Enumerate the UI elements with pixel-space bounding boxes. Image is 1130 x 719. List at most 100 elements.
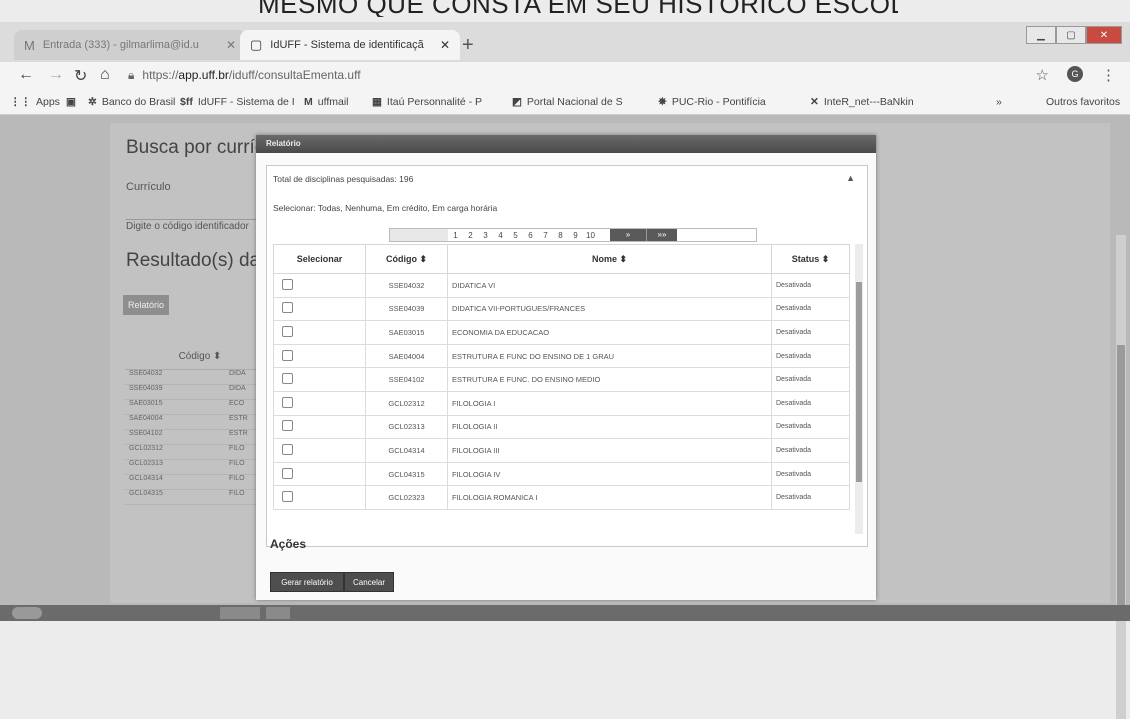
menu-icon[interactable]: ⋮ bbox=[1101, 66, 1116, 84]
photo-caption: MESMO QUE CONSTA EM SEU HISTÓRICO ESCOLA… bbox=[258, 0, 898, 17]
maximize-button[interactable]: ▢ bbox=[1056, 26, 1086, 44]
bookmark-iduff[interactable]: $ff IdUFF - Sistema de I bbox=[180, 96, 295, 108]
select-links[interactable]: Selecionar: Todas, Nenhuma, Em crédito, … bbox=[273, 203, 497, 213]
page-scrollbar[interactable] bbox=[1116, 235, 1126, 719]
column-header-code[interactable]: Código ⬍ bbox=[365, 244, 448, 274]
row-checkbox[interactable] bbox=[282, 420, 293, 432]
back-icon[interactable]: ← bbox=[18, 66, 34, 84]
bookmark-outros-favoritos[interactable]: Outros favoritos bbox=[1046, 96, 1120, 108]
bookmark-banco-do-brasil[interactable]: ✲ Banco do Brasil bbox=[88, 96, 175, 108]
pagination: 1 2 3 4 5 6 7 8 9 10 » »» bbox=[389, 228, 757, 242]
pagination-first[interactable] bbox=[390, 229, 448, 241]
next-page-button[interactable]: » bbox=[610, 229, 646, 241]
reload-icon[interactable]: ↻ bbox=[74, 66, 87, 86]
mail-icon: M bbox=[304, 96, 313, 108]
actions-heading: Ações bbox=[270, 537, 307, 551]
start-button[interactable] bbox=[12, 607, 42, 619]
page-9[interactable]: 9 bbox=[568, 231, 583, 240]
row-status: Desativada bbox=[771, 461, 850, 487]
row-code: SSE04032 bbox=[365, 273, 448, 298]
bookmark-internet-banking[interactable]: ✕ InteR_net---BaNkin bbox=[810, 96, 914, 108]
home-icon[interactable]: ⌂ bbox=[100, 66, 110, 84]
bookmarks-overflow-chevron[interactable]: » bbox=[996, 96, 1002, 108]
address-bar-row: ← → ↻ ⌂ 🔒︎ https://app.uff.br/iduff/consu… bbox=[0, 62, 1130, 90]
star-icon[interactable]: ☆ bbox=[1036, 66, 1049, 84]
row-code: SAE04004 bbox=[365, 343, 448, 369]
page-3[interactable]: 3 bbox=[478, 231, 493, 240]
minimize-button[interactable]: ▁ bbox=[1026, 26, 1056, 44]
os-taskbar bbox=[0, 605, 1130, 621]
bookmark-portal-nacional[interactable]: ◩ Portal Nacional de S bbox=[512, 96, 623, 108]
bookmark-label: Apps bbox=[36, 96, 60, 108]
bookmarks-bar: ⋮⋮ Apps ▣ ✲ Banco do Brasil $ff IdUFF - Sis… bbox=[0, 90, 1130, 115]
bookmark-label: PUC-Rio - Pontifícia bbox=[671, 96, 766, 108]
collapse-icon[interactable]: ▲ bbox=[846, 173, 855, 183]
tab-gmail[interactable]: M Entrada (333) - gilmarlima@id.u ✕ bbox=[14, 30, 246, 60]
portal-icon: ◩ bbox=[512, 96, 522, 108]
window-controls: ▁ ▢ ✕ bbox=[1026, 26, 1122, 44]
table-scrollbar[interactable] bbox=[855, 244, 863, 534]
page-icon: ▢ bbox=[250, 37, 263, 52]
row-checkbox[interactable] bbox=[282, 325, 293, 337]
table-row: SSE04032 DIDA bbox=[125, 370, 275, 385]
disciplinas-panel: Total de disciplinas pesquisadas: 196 ▲ … bbox=[266, 165, 868, 547]
table-row: GCL04315 FILO bbox=[125, 490, 275, 505]
column-header-status[interactable]: Status ⬍ bbox=[771, 244, 850, 274]
page-1[interactable]: 1 bbox=[448, 231, 463, 240]
generate-report-button[interactable]: Gerar relatório bbox=[270, 572, 344, 592]
page-7[interactable]: 7 bbox=[538, 231, 553, 240]
taskbar-item[interactable] bbox=[220, 607, 260, 619]
row-checkbox[interactable] bbox=[282, 491, 293, 503]
table-row: SAE03015 ECONOMIA DA EDUCACAO Desativada bbox=[273, 320, 850, 345]
avatar[interactable]: G bbox=[1067, 66, 1083, 82]
cancel-button[interactable]: Cancelar bbox=[344, 572, 394, 592]
row-checkbox[interactable] bbox=[282, 373, 293, 385]
page-4[interactable]: 4 bbox=[493, 231, 508, 240]
bank-icon: ✲ bbox=[88, 96, 97, 108]
curriculo-input[interactable] bbox=[126, 201, 276, 220]
url-field[interactable]: 🔒︎ https://app.uff.br/iduff/consultaEment… bbox=[128, 68, 361, 83]
row-checkbox[interactable] bbox=[282, 349, 293, 361]
table-row: SAE04004 ESTR bbox=[125, 415, 275, 430]
scrollbar-thumb[interactable] bbox=[856, 282, 862, 482]
url-path: /iduff/consultaEmenta.uff bbox=[228, 68, 361, 82]
table-row: GCL04315 FILOLOGIA IV Desativada bbox=[273, 461, 850, 487]
bookmark-label: Portal Nacional de S bbox=[526, 96, 623, 108]
new-tab-button[interactable]: + bbox=[462, 34, 474, 57]
close-icon[interactable]: ✕ bbox=[440, 38, 450, 52]
row-checkbox[interactable] bbox=[282, 302, 293, 314]
last-page-button[interactable]: »» bbox=[646, 229, 677, 241]
row-checkbox[interactable] bbox=[282, 443, 293, 455]
dialog-title: Relatório bbox=[256, 135, 876, 153]
page-2[interactable]: 2 bbox=[463, 231, 478, 240]
bookmark-apps[interactable]: ⋮⋮ Apps bbox=[10, 96, 60, 108]
bookmark-itau[interactable]: ▦ Itaú Personnalité - P bbox=[372, 96, 482, 108]
row-name: FILOLOGIA III bbox=[447, 438, 772, 463]
table-row: GCL02313 FILO bbox=[125, 460, 275, 475]
column-header-name[interactable]: Nome ⬍ bbox=[447, 244, 772, 274]
page-5[interactable]: 5 bbox=[508, 231, 523, 240]
page-8[interactable]: 8 bbox=[553, 231, 568, 240]
relatorio-button[interactable]: Relatório bbox=[123, 295, 169, 315]
bookmark-unnamed[interactable]: ▣ bbox=[66, 96, 81, 108]
table-row: SSE04039 DIDATICA VII-PORTUGUES/FRANCES … bbox=[273, 296, 850, 322]
close-icon[interactable]: ✕ bbox=[226, 38, 236, 52]
browser-tabstrip: M Entrada (333) - gilmarlima@id.u ✕ ▢ Id… bbox=[0, 22, 1130, 62]
bookmark-puc-rio[interactable]: ✵ PUC-Rio - Pontifícia bbox=[658, 96, 766, 108]
window-close-button[interactable]: ✕ bbox=[1086, 26, 1122, 44]
tab-iduff[interactable]: ▢ IdUFF - Sistema de identificaçã ✕ bbox=[240, 30, 460, 60]
table-header-code[interactable]: Código ⬍ bbox=[125, 345, 275, 370]
url-scheme: https:// bbox=[142, 68, 179, 82]
table-row: SSE04102 ESTRUTURA E FUNC. DO ENSINO MED… bbox=[273, 367, 850, 392]
forward-icon[interactable]: → bbox=[48, 66, 64, 84]
taskbar-item[interactable] bbox=[266, 607, 290, 619]
row-checkbox[interactable] bbox=[282, 278, 293, 290]
bookmark-label: uffmail bbox=[317, 96, 349, 108]
row-code: GCL02313 bbox=[365, 414, 448, 440]
page-6[interactable]: 6 bbox=[523, 231, 538, 240]
bookmark-uffmail[interactable]: Muffmail bbox=[304, 96, 349, 108]
scrollbar-thumb[interactable] bbox=[1117, 345, 1125, 605]
row-checkbox[interactable] bbox=[282, 467, 293, 479]
page-10[interactable]: 10 bbox=[583, 231, 598, 240]
row-checkbox[interactable] bbox=[282, 396, 293, 408]
